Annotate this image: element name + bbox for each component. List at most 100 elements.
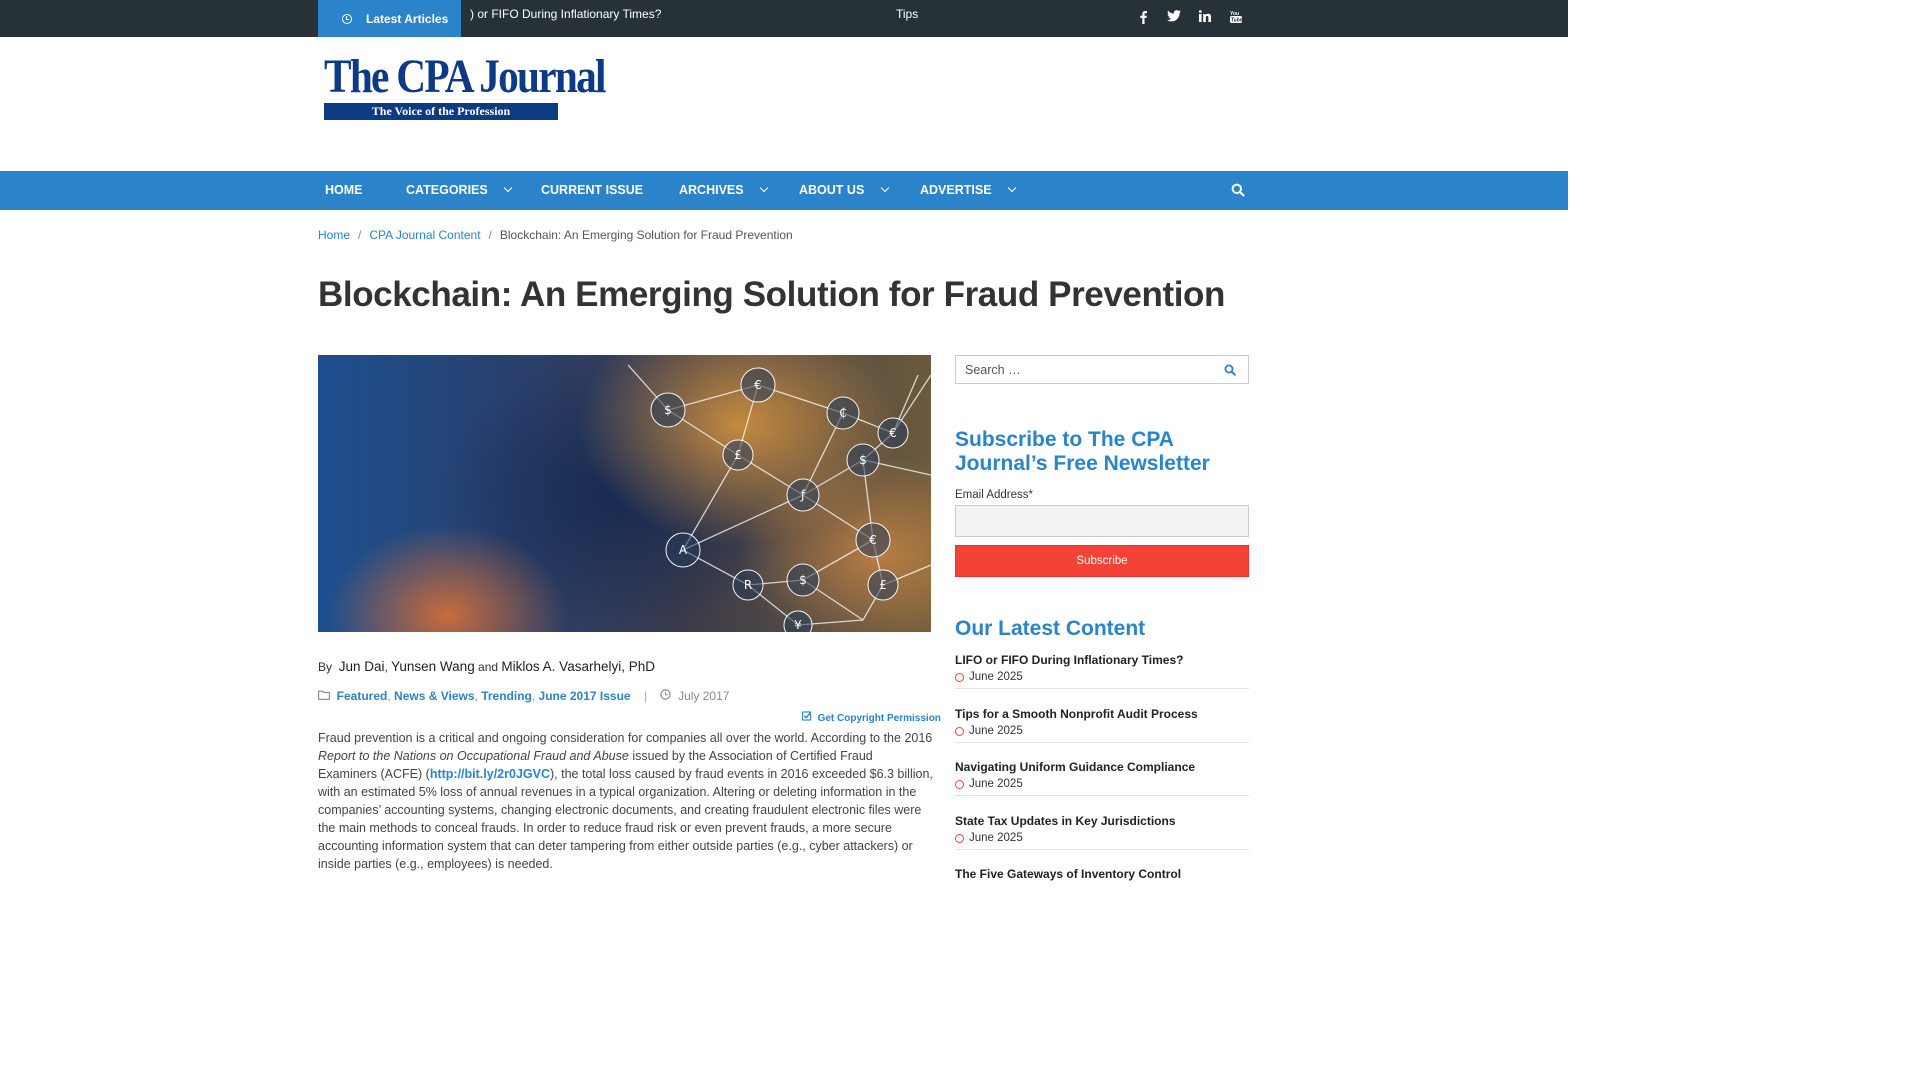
check-icon [802, 711, 812, 724]
nav-label: HOME [325, 183, 363, 197]
newsletter-title: Subscribe to The CPA Journal’s Free News… [955, 428, 1210, 475]
svg-text:Tube: Tube [1231, 18, 1242, 24]
acfe-link[interactable]: http://bit.ly/2r0JGVC [430, 767, 550, 781]
clock-icon [955, 726, 964, 736]
linkedin-icon[interactable] [1196, 10, 1214, 25]
svg-text:€: € [889, 426, 897, 440]
latest-articles-tab[interactable]: Latest Articles [318, 0, 461, 37]
author-link[interactable]: Jun Dai [339, 659, 385, 674]
nav-home[interactable]: HOME [325, 171, 363, 210]
article-byline: By Jun Dai, Yunsen Wang and Miklos A. Va… [318, 659, 655, 674]
clock-icon [955, 672, 964, 682]
list-item[interactable]: LIFO or FIFO During Inflationary Times? … [955, 653, 1249, 689]
search-icon[interactable] [1231, 183, 1245, 197]
nav-label: ARCHIVES [679, 183, 744, 197]
svg-text:₵: ₵ [839, 406, 847, 420]
chevron-down-icon [759, 183, 769, 193]
nav-archives[interactable]: ARCHIVES [679, 171, 769, 210]
clock-icon [955, 833, 964, 843]
youtube-icon[interactable]: You Tube [1227, 10, 1245, 27]
logo-tagline: The Voice of the Profession [324, 103, 558, 120]
latest-item-date: June 2025 [969, 832, 1023, 844]
list-item[interactable]: Tips for a Smooth Nonprofit Audit Proces… [955, 707, 1249, 743]
twitter-icon[interactable] [1165, 10, 1183, 25]
clock-icon [660, 689, 672, 703]
category-link[interactable]: Trending [481, 689, 532, 703]
report-title: Report to the Nations on Occupational Fr… [318, 749, 629, 763]
latest-item-title[interactable]: The Five Gateways of Inventory Control [955, 867, 1249, 881]
article-text: ), the total loss caused by fraud events… [318, 767, 933, 871]
subscribe-button[interactable]: Subscribe [955, 545, 1249, 577]
chevron-down-icon [503, 183, 513, 193]
copyright-permission-link[interactable]: Get Copyright Permission [802, 711, 941, 724]
latest-item-title[interactable]: LIFO or FIFO During Inflationary Times? [955, 653, 1249, 667]
ticker-item[interactable]: Tips [896, 7, 918, 21]
svg-text:€: € [869, 533, 877, 547]
nav-advertise[interactable]: ADVERTISE [920, 171, 1017, 210]
latest-item-date: June 2025 [969, 671, 1023, 683]
site-logo[interactable]: The CPA Journal The Voice of the Profess… [324, 50, 606, 120]
nav-about-us[interactable]: ABOUT US [799, 171, 890, 210]
and-label: and [478, 660, 499, 674]
top-bar: Latest Articles ) or FIFO During Inflati… [0, 0, 1568, 37]
nav-label: CATEGORIES [406, 183, 488, 197]
by-label: By [318, 660, 333, 674]
author-link[interactable]: Miklos A. Vasarhelyi, PhD [501, 659, 655, 674]
svg-text:$: $ [664, 403, 672, 417]
latest-item-date: June 2025 [969, 778, 1023, 790]
article-body: Fraud prevention is a critical and ongoi… [318, 729, 934, 873]
list-item[interactable]: The Five Gateways of Inventory Control [955, 867, 1249, 903]
breadcrumb: Home / CPA Journal Content / Blockchain: An … [318, 228, 793, 242]
latest-content-title: Our Latest Content [955, 617, 1146, 640]
latest-item-title[interactable]: State Tax Updates in Key Jurisdictions [955, 814, 1249, 828]
breadcrumb-section[interactable]: CPA Journal Content [369, 228, 480, 242]
svg-text:£: £ [879, 578, 887, 592]
email-label: Email Address* [955, 489, 1033, 501]
article-text: Fraud prevention is a critical and ongoi… [318, 731, 933, 745]
svg-text:A: A [679, 543, 688, 557]
nav-label: ABOUT US [799, 183, 865, 197]
svg-text:€: € [754, 378, 762, 392]
svg-text:$: $ [799, 573, 807, 587]
search-input[interactable] [956, 356, 1206, 383]
list-item[interactable]: State Tax Updates in Key Jurisdictions J… [955, 814, 1249, 850]
page-title: Blockchain: An Emerging Solution for Fra… [318, 275, 1226, 314]
permission-label: Get Copyright Permission [817, 713, 941, 724]
news-ticker: ) or FIFO During Inflationary Times? Tip… [461, 0, 951, 37]
article-hero-image: $ € ₵ € £ $ ƒ € A R $ £ ¥ [318, 355, 931, 632]
category-link[interactable]: Featured [337, 689, 388, 703]
article-meta: Featured, News & Views, Trending, June 2… [318, 689, 729, 703]
nav-label: CURRENT ISSUE [541, 183, 644, 197]
latest-item-date: June 2025 [969, 725, 1023, 737]
chevron-down-icon [1007, 183, 1017, 193]
clock-icon [955, 779, 964, 789]
latest-item-title[interactable]: Tips for a Smooth Nonprofit Audit Proces… [955, 707, 1249, 721]
clock-icon [342, 13, 352, 24]
main-nav: HOME CATEGORIES CURRENT ISSUE ARCHIVES A… [0, 171, 1568, 210]
facebook-icon[interactable] [1134, 10, 1152, 27]
list-item[interactable]: Navigating Uniform Guidance Compliance J… [955, 760, 1249, 796]
nav-current-issue[interactable]: CURRENT ISSUE [541, 171, 643, 210]
svg-text:£: £ [734, 448, 742, 462]
svg-text:¥: ¥ [794, 618, 802, 632]
logo-name: The CPA Journal [324, 50, 606, 103]
latest-articles-label: Latest Articles [366, 11, 449, 26]
svg-text:R: R [744, 578, 752, 592]
category-link[interactable]: June 2017 Issue [539, 689, 631, 703]
sidebar-search [955, 355, 1249, 384]
folder-icon [318, 689, 330, 703]
author-link[interactable]: Yunsen Wang [391, 659, 475, 674]
latest-item-title[interactable]: Navigating Uniform Guidance Compliance [955, 760, 1249, 774]
svg-text:ƒ: ƒ [800, 488, 806, 502]
search-icon[interactable] [1224, 363, 1236, 376]
email-field[interactable] [955, 505, 1249, 537]
breadcrumb-current: Blockchain: An Emerging Solution for Fra… [499, 228, 793, 242]
article-date: July 2017 [678, 689, 730, 703]
category-link[interactable]: News & Views [394, 689, 474, 703]
nav-label: ADVERTISE [920, 183, 992, 197]
nav-categories[interactable]: CATEGORIES [406, 171, 513, 210]
svg-text:$: $ [859, 453, 867, 467]
breadcrumb-home[interactable]: Home [318, 228, 350, 242]
chevron-down-icon [880, 183, 890, 193]
ticker-item[interactable]: ) or FIFO During Inflationary Times? [470, 7, 661, 21]
